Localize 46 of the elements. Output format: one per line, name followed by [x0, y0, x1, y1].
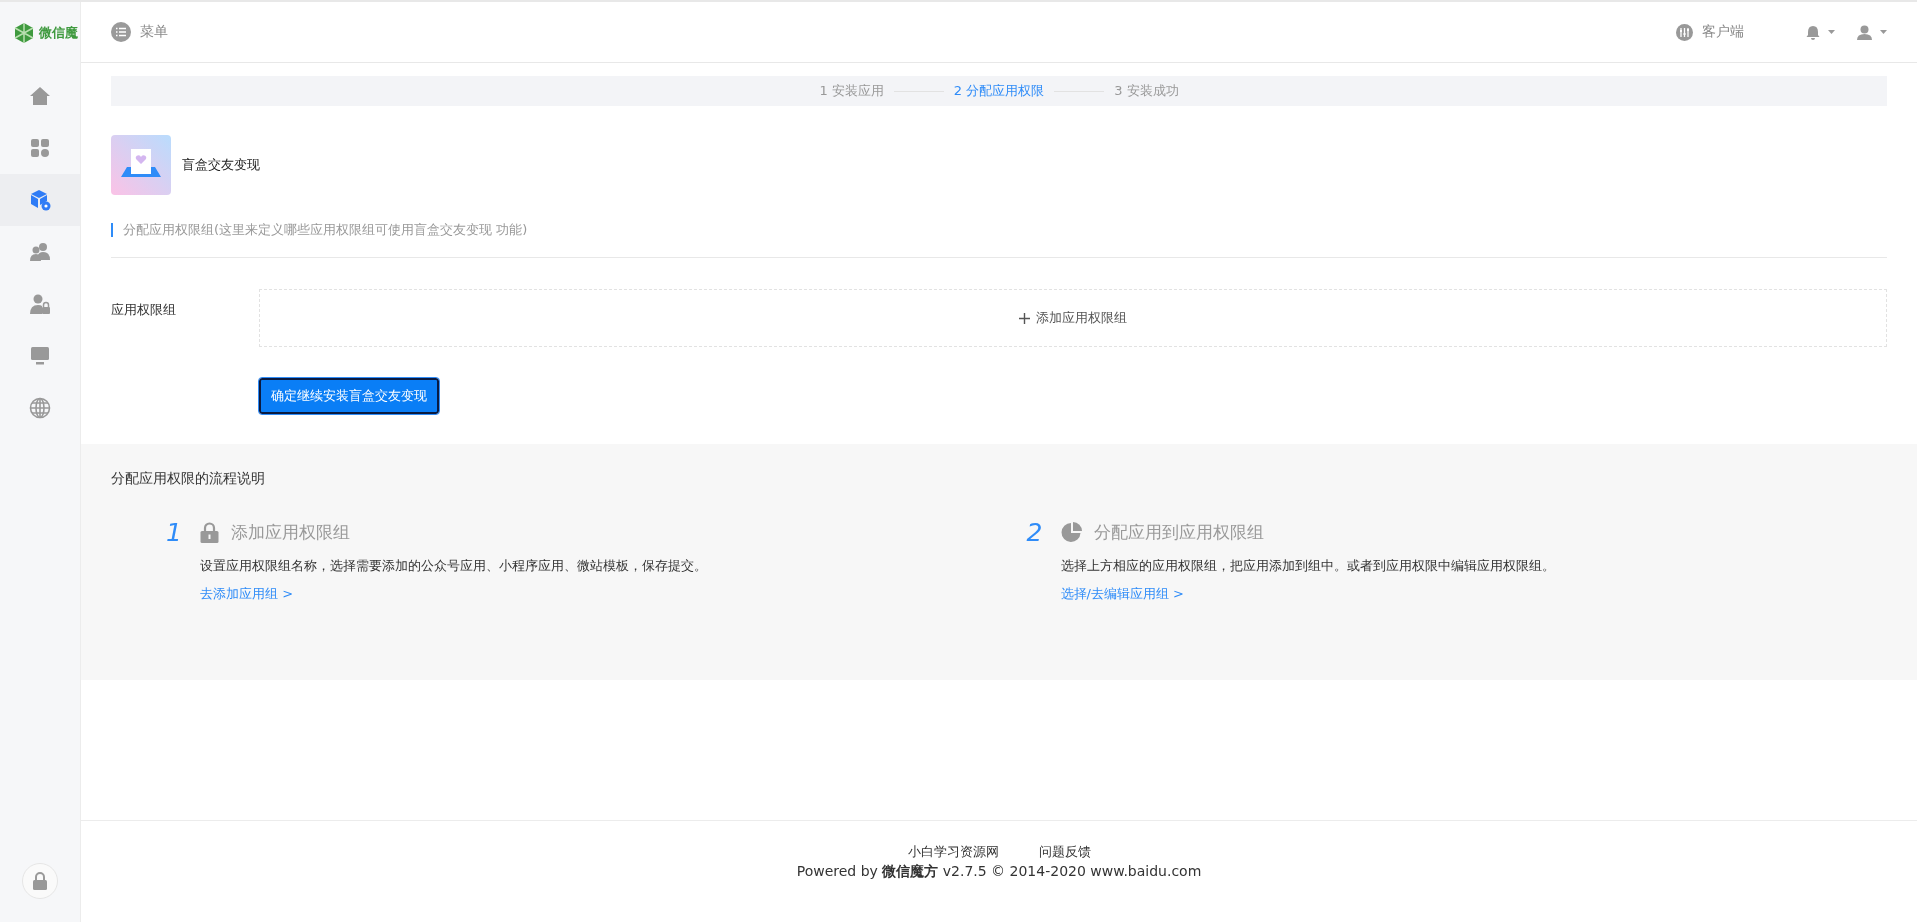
notifications-dropdown[interactable] — [1806, 24, 1835, 40]
apps-grid-icon — [30, 138, 50, 158]
users-icon — [29, 242, 51, 262]
section-hint: 分配应用权限组(这里来定义哪些应用权限组可使用盲盒交友变现 功能) — [111, 223, 1887, 237]
cube-gear-icon — [29, 189, 51, 211]
cube-logo-icon — [13, 22, 35, 44]
plus-icon — [1019, 312, 1030, 324]
step-title: 分配应用到应用权限组 — [1093, 521, 1264, 544]
footer-link[interactable]: 问题反馈 — [1038, 843, 1091, 861]
step-label: 1 安装应用 — [819, 82, 884, 100]
copyright-text: Powered by 微信魔方 v2.7.5 © 2014-2020 www.baidu.com — [796, 863, 1202, 881]
lock-icon — [200, 522, 219, 543]
globe-icon — [29, 397, 51, 419]
step-link[interactable]: 去添加应用组 > — [166, 585, 294, 603]
logo-text: 微信魔 — [39, 24, 78, 42]
step-label: 2 分配应用权限 — [953, 82, 1045, 100]
step-link[interactable]: 选择/去编辑应用组 > — [1026, 585, 1184, 603]
user-icon — [1857, 24, 1872, 40]
menu-list-icon — [111, 22, 131, 42]
lock-button[interactable] — [22, 863, 58, 899]
sidebar-nav-item[interactable] — [0, 174, 80, 226]
step-number: 1 — [166, 518, 183, 547]
lock-icon — [32, 872, 48, 890]
caret-icon — [1828, 30, 1835, 34]
menu-button[interactable]: 菜单 — [111, 22, 168, 42]
caret-icon — [1880, 30, 1887, 34]
user-lock-icon — [29, 293, 51, 315]
guide-title: 分配应用权限的流程说明 — [111, 470, 266, 488]
confirm-install-button[interactable]: 确定继续安装盲盒交友变现 — [259, 378, 439, 414]
app-inbox-icon — [111, 135, 171, 195]
home-icon — [29, 85, 51, 107]
step-number: 2 — [1026, 518, 1044, 547]
footer-link[interactable]: 小白学习资源网 — [907, 843, 999, 861]
bell-icon — [1806, 24, 1820, 40]
step-label: 3 安装成功 — [1114, 82, 1179, 100]
user-dropdown[interactable] — [1857, 24, 1887, 40]
add-group-button[interactable]: 添加应用权限组 — [259, 289, 1887, 347]
step-description: 设置应用权限组名称，选择需要添加的公众号应用、小程序应用、微站模板，保存提交。 — [199, 557, 708, 575]
app-name: 盲盒交友变现 — [182, 156, 260, 174]
step-description: 选择上方相应的应用权限组，把应用添加到组中。或者到应用权限中编辑应用权限组。 — [1059, 557, 1556, 575]
sliders-icon — [1676, 23, 1693, 41]
field-label: 应用权限组 — [111, 301, 177, 319]
pie-chart-icon — [1060, 522, 1082, 543]
monitor-icon — [30, 346, 50, 366]
client-link[interactable]: 客户端 — [1676, 23, 1744, 41]
step-title: 添加应用权限组 — [231, 521, 350, 544]
